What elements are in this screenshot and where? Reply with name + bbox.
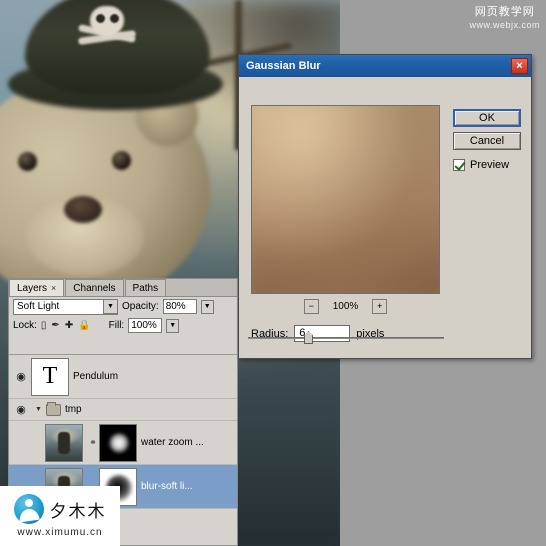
layer-name-blur-soft-light[interactable]: blur-soft li...: [141, 481, 193, 492]
penguin-logo-icon: [13, 494, 44, 524]
teddy-bear-eye-right: [112, 151, 131, 170]
blend-mode-select[interactable]: Soft Light ▼: [13, 298, 118, 315]
ok-button[interactable]: OK: [453, 109, 521, 127]
close-icon-dialog[interactable]: ×: [511, 58, 528, 74]
folder-icon: [45, 401, 61, 416]
watermark-brand-url: www.ximumu.cn: [17, 527, 103, 538]
watermark-brand-text: 夕木木: [49, 501, 107, 522]
skull-eye-right: [110, 14, 119, 23]
lock-move-icon[interactable]: ✚: [65, 320, 73, 331]
layer-mask-link-icon[interactable]: ⚭: [87, 437, 99, 448]
dialog-title-bar[interactable]: Gaussian Blur ×: [239, 55, 531, 77]
layer-row-pendulum[interactable]: ◉ T Pendulum: [9, 355, 237, 399]
fill-label: Fill:: [108, 320, 125, 331]
tab-channels[interactable]: Channels: [65, 279, 124, 296]
watermark-row: 夕木木: [13, 494, 107, 524]
layer-thumbnail-water-zoom[interactable]: [45, 423, 83, 462]
layer-thumbnail-pendulum[interactable]: T: [31, 357, 69, 396]
layer-group-tmp[interactable]: ◉ ▼ tmp: [9, 399, 237, 421]
blur-preview[interactable]: [251, 105, 440, 294]
lock-icon-group[interactable]: ▯ ✒ ✚ 🔒: [41, 320, 91, 331]
visibility-toggle-pendulum[interactable]: ◉: [11, 370, 31, 383]
layer-mask-thumbnail-water-zoom[interactable]: [99, 423, 137, 462]
skull-eye-left: [96, 14, 105, 23]
slider-track: [248, 337, 444, 339]
blend-opacity-row: Soft Light ▼ Opacity: 80% ▼: [9, 297, 237, 316]
zoom-level-label: 100%: [332, 301, 359, 312]
preview-checkbox[interactable]: [453, 159, 465, 171]
tab-layers[interactable]: Layers ×: [9, 279, 65, 297]
thumbnail-art: [46, 424, 82, 461]
radius-slider[interactable]: [248, 331, 448, 345]
teddy-bear-nose: [64, 196, 102, 223]
watermark-bottom-left: 夕木木 www.ximumu.cn: [0, 486, 120, 546]
skull-icon: [90, 6, 124, 36]
opacity-input[interactable]: 80%: [162, 299, 197, 314]
cancel-button[interactable]: Cancel: [453, 132, 521, 150]
chevron-down-icon[interactable]: ▼: [103, 299, 117, 314]
preview-zoom-controls: − 100% +: [251, 299, 440, 314]
lock-transparency-icon[interactable]: ▯: [41, 320, 47, 331]
lock-fill-row: Lock: ▯ ✒ ✚ 🔒 Fill: 100% ▼: [9, 316, 237, 335]
slider-thumb[interactable]: [304, 331, 313, 344]
teddy-bear-eye-left: [18, 152, 37, 171]
palette-tabs: Layers × Channels Paths: [9, 279, 237, 297]
opacity-stepper[interactable]: ▼: [200, 299, 214, 314]
opacity-label: Opacity:: [122, 301, 159, 312]
tab-layers-label: Layers: [17, 282, 48, 294]
blend-mode-value: Soft Light: [17, 301, 60, 312]
watermark-site-name: 网页教学网: [474, 6, 535, 18]
mask-blob: [109, 432, 129, 453]
tab-channels-label: Channels: [73, 282, 116, 294]
layer-group-name-tmp[interactable]: tmp: [65, 404, 82, 415]
lock-brush-icon[interactable]: ✒: [51, 320, 59, 331]
mask-art: [100, 424, 136, 461]
zoom-in-button[interactable]: +: [372, 299, 388, 314]
screen: 网页教学网 www.webjx.com Layers × Channels Pa…: [0, 0, 546, 546]
preview-checkbox-row[interactable]: Preview: [453, 159, 509, 171]
lock-all-icon[interactable]: 🔒: [78, 320, 90, 331]
tab-paths[interactable]: Paths: [124, 279, 167, 296]
tab-paths-label: Paths: [132, 282, 159, 294]
layer-name-water-zoom[interactable]: water zoom ...: [141, 437, 204, 448]
lock-label: Lock:: [13, 320, 37, 331]
fill-stepper[interactable]: ▼: [166, 318, 180, 333]
dialog-body: − 100% + OK Cancel Preview Radius: 6 pix…: [239, 77, 531, 360]
layer-name-pendulum[interactable]: Pendulum: [73, 371, 118, 382]
close-icon[interactable]: ×: [51, 280, 56, 297]
gaussian-blur-dialog[interactable]: Gaussian Blur × − 100% + OK Cancel Previ…: [238, 54, 532, 359]
preview-label: Preview: [470, 159, 510, 171]
text-layer-icon: T: [42, 363, 58, 389]
blur-preview-image: [252, 106, 439, 293]
watermark-site-url: www.webjx.com: [469, 19, 540, 30]
layer-row-water-zoom[interactable]: ⚭ water zoom ...: [9, 421, 237, 465]
zoom-out-button[interactable]: −: [303, 299, 319, 314]
thumbnail-figure: [58, 431, 70, 454]
dialog-title: Gaussian Blur: [246, 60, 321, 72]
fill-input[interactable]: 100%: [128, 318, 163, 333]
chevron-down-icon-group[interactable]: ▼: [35, 406, 42, 413]
watermark-top-right: 网页教学网 www.webjx.com: [469, 6, 540, 31]
visibility-toggle-tmp[interactable]: ◉: [11, 403, 31, 416]
